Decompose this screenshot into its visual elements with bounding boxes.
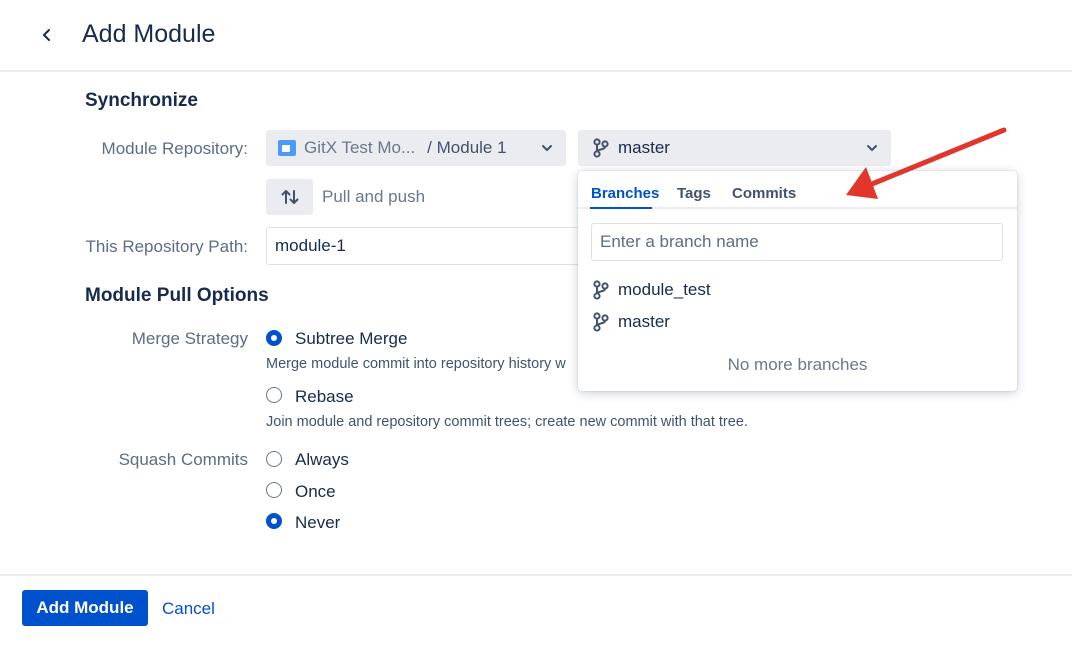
module-name: / Module 1	[427, 138, 507, 157]
branch-name: module_test	[618, 280, 711, 299]
merge-rebase-radio[interactable]	[266, 387, 282, 403]
merge-subtree-hint: Merge module commit into repository hist…	[266, 356, 566, 372]
page-header: Add Module	[0, 0, 1072, 72]
branch-name: master	[618, 312, 670, 331]
repository-path-input[interactable]	[266, 227, 586, 265]
squash-always-radio[interactable]	[266, 451, 282, 467]
squash-once-label: Once	[295, 482, 336, 501]
page-title: Add Module	[82, 20, 216, 48]
pull-push-arrows-icon	[281, 190, 298, 204]
merge-rebase-label: Rebase	[295, 387, 354, 406]
footer-divider	[0, 574, 1072, 576]
add-module-button[interactable]: Add Module	[22, 590, 148, 626]
dropdown-tabs: Branches Tags Commits	[578, 171, 1017, 209]
squash-never-label: Never	[295, 513, 341, 532]
cancel-link[interactable]: Cancel	[162, 599, 215, 619]
branch-dropdown: Branches Tags Commits module_test master…	[578, 171, 1017, 391]
back-button[interactable]	[34, 22, 60, 48]
branch-select-value: master	[618, 138, 670, 157]
no-more-branches-text: No more branches	[727, 355, 868, 374]
sync-direction-label: Pull and push	[322, 187, 426, 206]
git-branch-icon	[593, 312, 609, 332]
section-title-pull-options: Module Pull Options	[85, 285, 269, 306]
tab-branches[interactable]: Branches	[591, 185, 659, 202]
merge-subtree-label: Subtree Merge	[295, 329, 408, 348]
folder-icon	[278, 140, 296, 156]
sync-direction-button[interactable]	[266, 179, 313, 215]
module-repository-label: Module Repository:	[101, 139, 248, 158]
section-title-synchronize: Synchronize	[85, 90, 198, 111]
repo-name: GitX Test Mo...	[304, 138, 416, 157]
module-repository-select[interactable]: GitX Test Mo... / Module 1	[266, 130, 566, 166]
branch-search-input[interactable]	[591, 223, 1003, 261]
squash-once-radio[interactable]	[266, 482, 282, 498]
chevron-left-icon	[43, 29, 50, 41]
branch-select[interactable]: master	[578, 130, 891, 166]
merge-rebase-hint: Join module and repository commit trees;…	[266, 414, 748, 430]
git-branch-icon	[593, 280, 609, 300]
tab-tags[interactable]: Tags	[677, 185, 711, 202]
repository-path-label: This Repository Path:	[85, 237, 248, 256]
active-tab-indicator	[590, 207, 652, 209]
tab-commits[interactable]: Commits	[732, 185, 796, 202]
chevron-down-icon	[867, 145, 877, 151]
squash-always-label: Always	[295, 450, 349, 469]
squash-commits-label: Squash Commits	[118, 450, 248, 469]
git-branch-icon	[593, 138, 609, 158]
merge-subtree-radio[interactable]	[266, 330, 282, 346]
squash-never-radio[interactable]	[266, 513, 282, 529]
chevron-down-icon	[542, 145, 552, 151]
branch-item-module-test[interactable]: module_test	[592, 278, 711, 302]
merge-strategy-label: Merge Strategy	[131, 329, 248, 348]
branch-item-master[interactable]: master	[592, 310, 670, 334]
